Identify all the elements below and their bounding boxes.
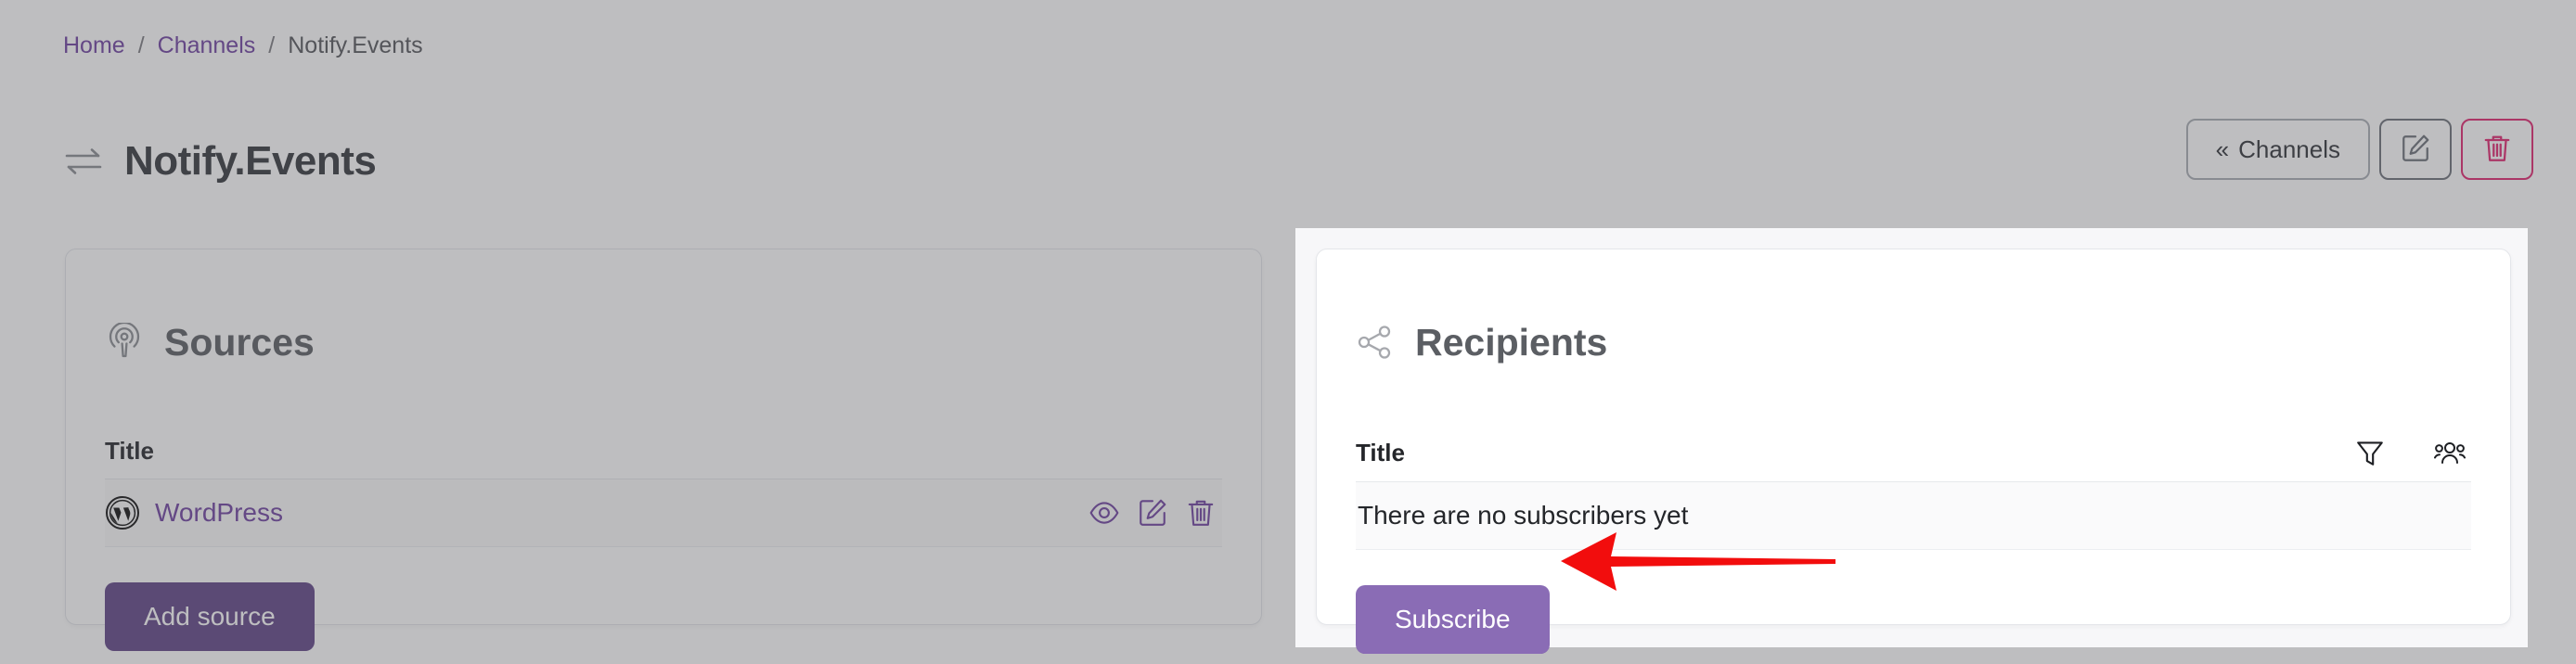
edit-square-pencil-icon [2400,133,2431,167]
sources-table-header: Title [105,437,1222,480]
exchange-arrows-icon [63,143,104,180]
breadcrumb-separator: / [137,32,145,58]
back-to-channels-button[interactable]: « Channels [2185,119,2370,180]
recipients-card-highlighted: Recipients Title There are no subscriber… [1316,249,2511,655]
breadcrumb: Home / Channels / Notify.Events [63,32,423,59]
double-chevron-left-icon: « [2215,135,2230,163]
trash-icon[interactable] [1185,497,1217,529]
source-row-left: WordPress [105,495,283,530]
source-row-actions [1088,497,1217,529]
back-to-channels-label: Channels [2238,134,2340,163]
recipients-table-header: Title [1356,437,2471,483]
eye-icon[interactable] [1088,497,1120,529]
broadcast-icon [105,321,144,362]
sources-card-header: Sources [66,249,1261,394]
edit-square-pencil-icon[interactable] [1137,497,1168,529]
source-link-wordpress[interactable]: WordPress [155,498,283,528]
recipients-table: Title [1356,437,2471,551]
table-row: WordPress [105,479,1222,548]
breadcrumb-item-channels[interactable]: Channels [158,32,256,59]
recipients-empty-message: There are no subscribers yet [1358,501,1689,530]
trash-icon [2481,133,2513,167]
share-nodes-icon [1356,323,1395,362]
add-source-button[interactable]: Add source [105,582,315,652]
page-title-row: Notify.Events [63,113,377,211]
wordpress-icon [105,495,140,530]
breadcrumb-item-home[interactable]: Home [63,32,125,59]
edit-channel-button[interactable] [2379,119,2452,180]
delete-channel-button[interactable] [2461,119,2533,180]
recipients-header-icons [2354,437,2471,468]
sources-card-title: Sources [164,321,315,364]
page-title: Notify.Events [124,138,377,185]
sources-column-title: Title [105,437,154,466]
header-actions: « Channels [2185,119,2533,180]
recipients-column-title: Title [1356,438,1405,466]
recipients-card-header: Recipients [1317,249,2510,394]
table-row: There are no subscribers yet [1356,482,2471,551]
breadcrumb-item-current: Notify.Events [288,32,423,58]
sources-card: Sources Title WordPress Add source [65,249,1262,652]
sources-table: Title WordPress [105,437,1222,548]
subscribe-button[interactable]: Subscribe [1356,585,1550,655]
users-group-icon[interactable] [2434,437,2466,468]
breadcrumb-separator: / [268,32,276,58]
filter-funnel-icon[interactable] [2354,437,2386,468]
recipients-card-title: Recipients [1415,321,1608,364]
